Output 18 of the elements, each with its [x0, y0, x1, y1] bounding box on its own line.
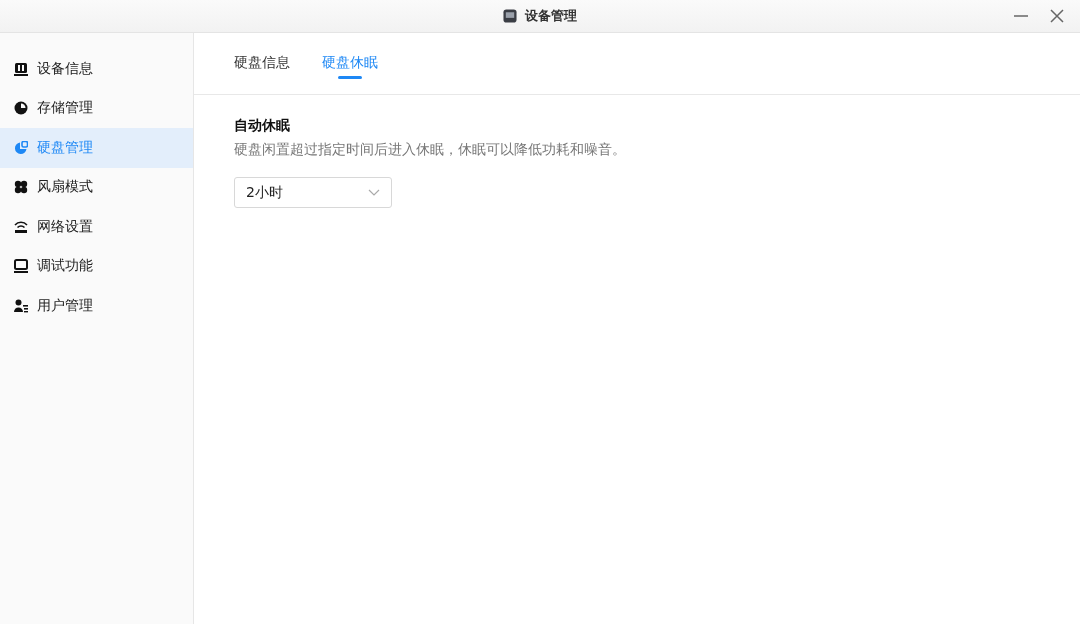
sleep-time-dropdown[interactable]: 2小时: [234, 177, 392, 208]
close-icon[interactable]: [1048, 7, 1066, 25]
sidebar-item[interactable]: 设备信息: [0, 49, 193, 89]
sidebar-item[interactable]: 存储管理: [0, 88, 193, 128]
sidebar-item[interactable]: 用户管理: [0, 286, 193, 326]
network-icon: [14, 219, 28, 234]
window-title: 设备管理: [525, 7, 577, 25]
section-description: 硬盘闲置超过指定时间后进入休眠，休眠可以降低功耗和噪音。: [234, 141, 627, 159]
tab[interactable]: 硬盘信息: [234, 33, 290, 94]
users-icon: [14, 298, 28, 313]
caret-icon: [368, 188, 380, 197]
tab[interactable]: 硬盘休眠: [322, 33, 378, 94]
sidebar-item[interactable]: 调试功能: [0, 246, 193, 286]
app-icon: [503, 9, 517, 23]
sidebar-item[interactable]: 风扇模式: [0, 167, 193, 207]
section-title: 自动休眠: [234, 117, 291, 135]
sidebar-item[interactable]: 网络设置: [0, 207, 193, 247]
fan-icon: [14, 180, 28, 195]
